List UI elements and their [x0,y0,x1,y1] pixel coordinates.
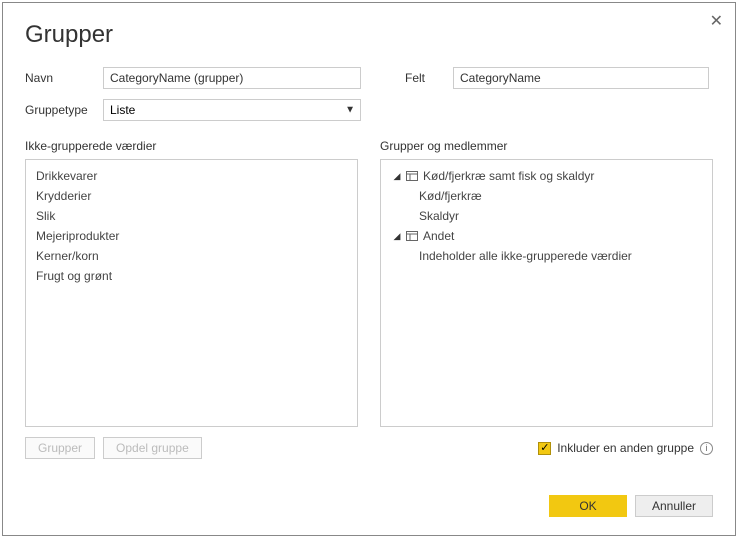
bottom-row: Grupper Opdel gruppe Inkluder en anden g… [25,437,713,459]
ungroup-button: Opdel gruppe [103,437,202,459]
grouptype-select[interactable]: Liste [103,99,361,121]
ungrouped-listbox[interactable]: DrikkevarerKrydderierSlikMejeriprodukter… [25,159,358,427]
group-icon [405,170,419,182]
list-item[interactable]: Mejeriprodukter [36,226,347,246]
tree-group-label: Kød/fjerkræ samt fisk og skaldyr [423,166,594,186]
grouptype-label: Gruppetype [25,103,103,117]
caret-down-icon[interactable]: ◢ [391,226,403,246]
list-item[interactable]: Krydderier [36,186,347,206]
field-label: Felt [405,71,453,85]
groups-dialog: ✕ Grupper Navn Felt Gruppetype Liste ▼ I… [2,2,736,536]
groups-header: Grupper og medlemmer [380,139,713,153]
field-input [453,67,709,89]
dialog-footer: OK Annuller [549,495,713,517]
include-other-checkbox[interactable] [538,442,551,455]
tree-group-label: Andet [423,226,454,246]
list-item[interactable]: Drikkevarer [36,166,347,186]
info-icon[interactable]: i [700,442,713,455]
tree-member[interactable]: Kød/fjerkræ [391,186,702,206]
close-icon[interactable]: ✕ [710,11,723,31]
include-other-label[interactable]: Inkluder en anden gruppe [557,441,694,455]
columns: Ikke-grupperede værdier DrikkevarerKrydd… [25,139,713,427]
list-item[interactable]: Slik [36,206,347,226]
cancel-button[interactable]: Annuller [635,495,713,517]
caret-down-icon[interactable]: ◢ [391,166,403,186]
tree-group[interactable]: ◢ Andet [391,226,702,246]
name-label: Navn [25,71,103,85]
tree-member-label: Indeholder alle ikke-grupperede værdier [419,246,632,266]
groups-tree[interactable]: ◢ Kød/fjerkræ samt fisk og skaldyrKød/fje… [380,159,713,427]
list-item[interactable]: Kerner/korn [36,246,347,266]
list-item[interactable]: Frugt og grønt [36,266,347,286]
ok-button[interactable]: OK [549,495,627,517]
tree-member-label: Skaldyr [419,206,459,226]
tree-member[interactable]: Skaldyr [391,206,702,226]
name-input[interactable] [103,67,361,89]
group-icon [405,230,419,242]
include-other-wrap: Inkluder en anden gruppe i [538,441,713,455]
grouptype-row: Gruppetype Liste ▼ [25,99,713,121]
group-button: Grupper [25,437,95,459]
dialog-title: Grupper [25,21,713,49]
tree-member[interactable]: Indeholder alle ikke-grupperede værdier [391,246,702,266]
tree-group[interactable]: ◢ Kød/fjerkræ samt fisk og skaldyr [391,166,702,186]
groups-column: Grupper og medlemmer ◢ Kød/fjerkræ samt f… [380,139,713,427]
tree-member-label: Kød/fjerkræ [419,186,482,206]
ungrouped-header: Ikke-grupperede værdier [25,139,358,153]
ungrouped-column: Ikke-grupperede værdier DrikkevarerKrydd… [25,139,358,427]
name-row: Navn Felt [25,67,713,89]
